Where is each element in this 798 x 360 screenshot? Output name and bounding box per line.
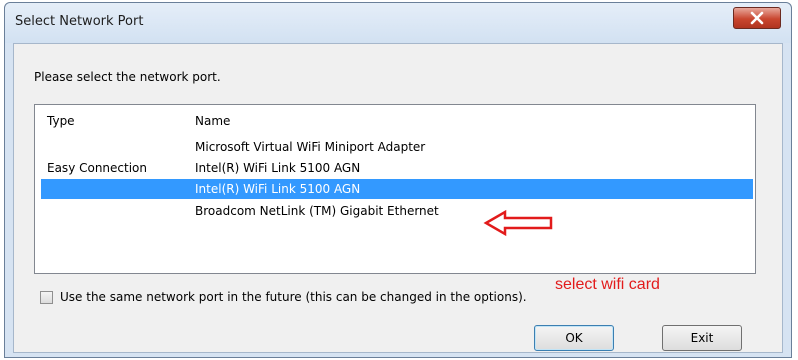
row-name: Intel(R) WiFi Link 5100 AGN [195, 182, 361, 196]
title-bar[interactable]: Select Network Port [5, 3, 791, 43]
list-row[interactable]: Microsoft Virtual WiFi Miniport Adapter [41, 137, 753, 157]
row-name: Microsoft Virtual WiFi Miniport Adapter [195, 140, 426, 154]
column-header-name[interactable]: Name [195, 114, 230, 128]
close-x-icon [750, 11, 764, 25]
dialog-content: Please select the network port. Type Nam… [13, 43, 783, 353]
list-row[interactable]: Broadcom NetLink (TM) Gigabit Ethernet [41, 201, 753, 221]
network-port-list[interactable]: Type Name Microsoft Virtual WiFi Minipor… [34, 104, 756, 293]
list-row[interactable]: Easy Connection Intel(R) WiFi Link 5100 … [41, 158, 753, 178]
column-header-type[interactable]: Type [47, 114, 75, 128]
remember-port-checkbox[interactable] [40, 291, 53, 304]
ok-button[interactable]: OK [534, 325, 614, 351]
row-name: Intel(R) WiFi Link 5100 AGN [195, 161, 361, 175]
remember-port-label[interactable]: Use the same network port in the future … [60, 290, 527, 304]
dialog-window: Select Network Port Please select the ne… [4, 2, 792, 358]
instruction-text: Please select the network port. [34, 70, 221, 84]
row-name: Broadcom NetLink (TM) Gigabit Ethernet [195, 204, 439, 218]
close-button[interactable] [733, 7, 781, 29]
arrow-left-icon [483, 209, 553, 237]
annotation-text: select wifi card [555, 276, 660, 293]
row-type: Easy Connection [47, 161, 148, 175]
window-title: Select Network Port [15, 14, 144, 29]
list-row-selected[interactable]: Intel(R) WiFi Link 5100 AGN [41, 179, 753, 199]
exit-button[interactable]: Exit [662, 325, 742, 351]
